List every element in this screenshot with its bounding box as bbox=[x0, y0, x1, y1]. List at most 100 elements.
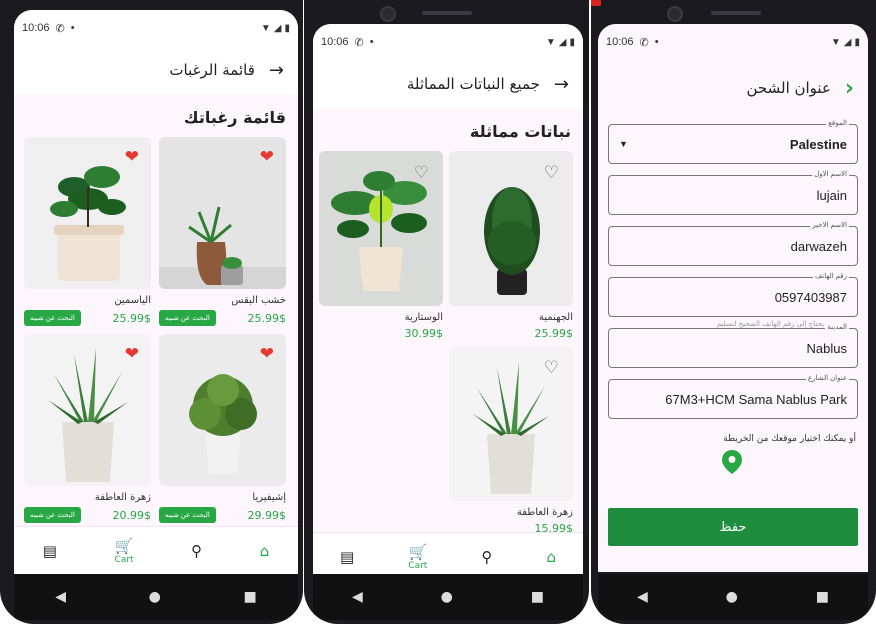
system-back-icon[interactable]: ◀ bbox=[55, 589, 66, 605]
product-price: 20.99$ bbox=[112, 508, 152, 522]
product-price: 29.99$ bbox=[247, 508, 287, 522]
first-name-field[interactable]: الاسم الاول lujain bbox=[608, 170, 858, 215]
first-name-value: lujain bbox=[816, 187, 847, 203]
product-image: ❤ bbox=[24, 137, 151, 289]
city-value: Nablus bbox=[806, 340, 847, 356]
back-arrow-icon[interactable]: → bbox=[554, 74, 569, 95]
home-icon[interactable]: ⌂ bbox=[260, 542, 270, 560]
dropdown-arrow-icon: ▼ bbox=[619, 139, 628, 149]
app-bar: عنوان الشحن › bbox=[598, 60, 868, 116]
map-pin-container bbox=[598, 450, 868, 480]
product-card[interactable]: ❤ إشيفيريا البحث عن شبيه 29.99$ bbox=[159, 334, 286, 523]
chat-icon[interactable]: ▤ bbox=[43, 542, 57, 560]
product-image: ♡ bbox=[319, 151, 443, 306]
first-name-label: الاسم الاول bbox=[812, 170, 849, 178]
chat-icon[interactable]: ▤ bbox=[340, 548, 354, 566]
city-field[interactable]: المدينة Nablus bbox=[608, 323, 858, 368]
product-image: ♡ bbox=[449, 151, 573, 306]
product-image: ❤ bbox=[159, 137, 286, 289]
bottom-nav: ▤ 🛒 Cart ⚲ ⌂ bbox=[14, 526, 298, 574]
similar-grid: ♡ الوستارية 30.99$ ♡ الجهنمية 25.99$ ♡ ز… bbox=[313, 151, 583, 535]
system-home-icon[interactable]: ● bbox=[726, 589, 738, 605]
find-similar-button[interactable]: البحث عن شبيه bbox=[159, 310, 216, 326]
save-button[interactable]: حفظ bbox=[608, 508, 858, 546]
phone-field[interactable]: رقم الهاتف 0597403987 bbox=[608, 272, 858, 317]
signal-icon: ◢ bbox=[558, 36, 567, 48]
system-recents-icon[interactable]: ■ bbox=[531, 589, 544, 605]
status-bar: 10:06 ✆ • ▼ ◢ ▮ bbox=[598, 24, 868, 60]
street-label: عنوان الشارع bbox=[806, 374, 849, 382]
page-title: جميع النباتات المماثلة bbox=[406, 75, 540, 93]
heart-outline-icon[interactable]: ♡ bbox=[544, 358, 559, 378]
system-nav: ◀ ● ■ bbox=[598, 574, 868, 620]
page-title: عنوان الشحن bbox=[746, 79, 831, 97]
nav-cart[interactable]: 🛒 Cart bbox=[115, 537, 134, 565]
status-time: 10:06 bbox=[22, 22, 50, 34]
system-nav: ◀ ● ■ bbox=[313, 574, 583, 620]
wifi-icon: ▼ bbox=[260, 22, 271, 34]
product-card[interactable]: ♡ الوستارية 30.99$ bbox=[319, 151, 443, 340]
nav-cart[interactable]: 🛒 Cart bbox=[408, 543, 427, 571]
product-name: زهرة العاطفة bbox=[516, 507, 573, 518]
system-recents-icon[interactable]: ■ bbox=[243, 589, 256, 605]
last-name-label: الاسم الاخير bbox=[810, 221, 849, 229]
heart-filled-icon[interactable]: ❤ bbox=[125, 344, 139, 364]
street-value: 67M3+HCM Sama Nablus Park bbox=[665, 391, 847, 407]
app-bar: قائمة الرغبات → bbox=[14, 46, 298, 94]
dot-icon: • bbox=[70, 22, 75, 34]
last-name-value: darwazeh bbox=[790, 238, 847, 254]
battery-icon: ▮ bbox=[854, 36, 860, 48]
heart-filled-icon[interactable]: ❤ bbox=[260, 147, 274, 167]
heart-filled-icon[interactable]: ❤ bbox=[260, 344, 274, 364]
map-hint: أو يمكنك اختيار موقعك من الخريطة bbox=[723, 434, 856, 444]
system-home-icon[interactable]: ● bbox=[149, 589, 161, 605]
shipping-screen: 10:06 ✆ • ▼ ◢ ▮ عنوان الشحن › الموقع ▼ P… bbox=[598, 24, 868, 572]
phone-wishlist: 10:06 ✆ • ▼ ◢ ▮ قائمة الرغبات → قائمة رغ… bbox=[0, 0, 303, 624]
heart-outline-icon[interactable]: ♡ bbox=[414, 163, 429, 183]
product-name: خشب البقس bbox=[231, 295, 286, 306]
product-card[interactable]: ❤ خشب البقس البحث عن شبيه 25.99$ bbox=[159, 137, 286, 326]
system-back-icon[interactable]: ◀ bbox=[637, 589, 648, 605]
front-camera bbox=[380, 6, 396, 22]
product-price: 25.99$ bbox=[247, 311, 287, 325]
heart-filled-icon[interactable]: ❤ bbox=[125, 147, 139, 167]
system-back-icon[interactable]: ◀ bbox=[352, 589, 363, 605]
product-card[interactable]: ♡ الجهنمية 25.99$ bbox=[449, 151, 573, 340]
product-price: 25.99$ bbox=[534, 327, 574, 340]
product-card[interactable]: ❤ الياسمين البحث عن شبيه 25.99$ bbox=[24, 137, 151, 326]
street-field[interactable]: عنوان الشارع 67M3+HCM Sama Nablus Park bbox=[608, 374, 858, 419]
system-home-icon[interactable]: ● bbox=[441, 589, 453, 605]
product-name: الجهنمية bbox=[538, 312, 573, 323]
cart-icon: 🛒 bbox=[408, 542, 428, 561]
location-value: Palestine bbox=[789, 136, 847, 152]
location-select[interactable]: الموقع ▼ Palestine bbox=[608, 119, 858, 164]
location-label: الموقع bbox=[826, 119, 849, 127]
home-icon[interactable]: ⌂ bbox=[546, 548, 556, 566]
whatsapp-icon: ✆ bbox=[354, 36, 364, 49]
dot-icon: • bbox=[369, 36, 374, 48]
battery-icon: ▮ bbox=[569, 36, 575, 48]
status-time: 10:06 bbox=[321, 36, 349, 48]
back-arrow-icon[interactable]: → bbox=[269, 60, 284, 81]
search-icon[interactable]: ⚲ bbox=[481, 548, 492, 566]
product-card[interactable]: ♡ زهرة العاطفة 15.99$ bbox=[449, 346, 573, 535]
chevron-right-icon[interactable]: › bbox=[845, 76, 854, 101]
page-title: قائمة الرغبات bbox=[169, 61, 255, 79]
find-similar-button[interactable]: البحث عن شبيه bbox=[24, 310, 81, 326]
map-pin-icon[interactable] bbox=[722, 450, 742, 474]
last-name-field[interactable]: الاسم الاخير darwazeh bbox=[608, 221, 858, 266]
find-similar-button[interactable]: البحث عن شبيه bbox=[159, 507, 216, 523]
phone-shipping: 10:06 ✆ • ▼ ◢ ▮ عنوان الشحن › الموقع ▼ P… bbox=[591, 0, 876, 624]
cart-icon: 🛒 bbox=[114, 536, 134, 555]
speaker bbox=[711, 11, 761, 15]
system-recents-icon[interactable]: ■ bbox=[816, 589, 829, 605]
app-bar: جميع النباتات المماثلة → bbox=[313, 60, 583, 108]
product-price: 30.99$ bbox=[404, 327, 444, 340]
product-card[interactable]: ❤ زهرة العاطفة البحث عن شبيه 20.99$ bbox=[24, 334, 151, 523]
search-icon[interactable]: ⚲ bbox=[191, 542, 202, 560]
nav-cart-label: Cart bbox=[114, 554, 134, 565]
wifi-icon: ▼ bbox=[830, 36, 841, 48]
find-similar-button[interactable]: البحث عن شبيه bbox=[24, 507, 81, 523]
product-name: إشيفيريا bbox=[252, 492, 286, 503]
heart-outline-icon[interactable]: ♡ bbox=[544, 163, 559, 183]
